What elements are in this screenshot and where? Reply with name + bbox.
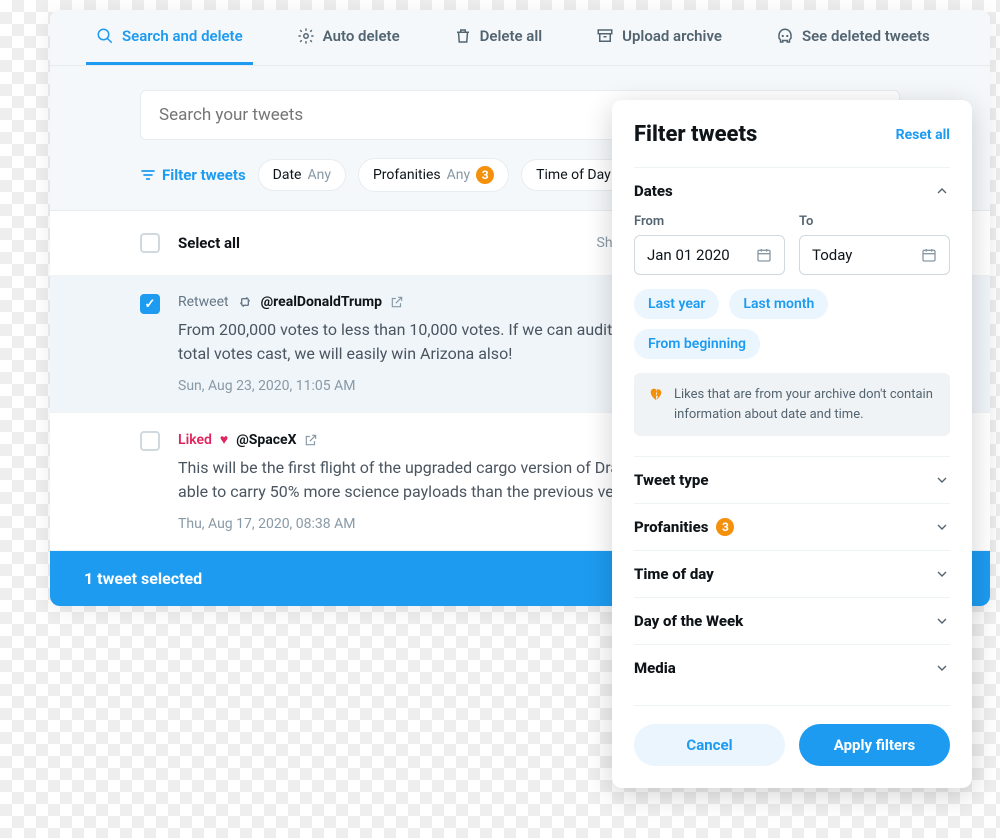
filter-icon bbox=[140, 167, 156, 183]
section-title: Media bbox=[634, 659, 676, 677]
calendar-icon bbox=[921, 247, 937, 263]
cancel-button[interactable]: Cancel bbox=[634, 724, 785, 766]
tweet-text: From 200,000 votes to less than 10,000 v… bbox=[178, 318, 658, 366]
gear-icon bbox=[297, 27, 315, 45]
tab-auto-delete[interactable]: Auto delete bbox=[287, 10, 410, 65]
tab-upload-archive[interactable]: Upload archive bbox=[586, 10, 732, 65]
tab-delete-all[interactable]: Delete all bbox=[444, 10, 553, 65]
selection-count: 1 tweet selected bbox=[84, 569, 202, 588]
calendar-icon bbox=[756, 247, 772, 263]
profanities-count-badge: 3 bbox=[716, 518, 734, 536]
chip-label: Date bbox=[273, 167, 302, 183]
section-title: Tweet type bbox=[634, 471, 708, 489]
section-title: Profanities bbox=[634, 518, 708, 536]
chip-label: Time of Day bbox=[536, 167, 611, 183]
tweet-text: This will be the first flight of the upg… bbox=[178, 456, 658, 504]
trash-icon bbox=[454, 27, 472, 45]
tab-see-deleted[interactable]: See deleted tweets bbox=[766, 10, 940, 65]
external-link-icon[interactable] bbox=[390, 295, 404, 309]
quick-from-beginning[interactable]: From beginning bbox=[634, 329, 760, 359]
heart-icon: ♥ bbox=[220, 431, 228, 448]
retweet-icon bbox=[237, 294, 253, 310]
reset-all-link[interactable]: Reset all bbox=[896, 127, 950, 143]
to-label: To bbox=[799, 214, 950, 229]
chevron-down-icon bbox=[934, 566, 950, 582]
chevron-down-icon bbox=[934, 472, 950, 488]
filter-section-day-of-week: Day of the Week bbox=[634, 597, 950, 644]
chip-count-badge: 3 bbox=[476, 166, 494, 184]
select-all-label: Select all bbox=[178, 234, 240, 252]
tab-label: Auto delete bbox=[323, 27, 400, 45]
broken-heart-icon bbox=[648, 386, 664, 402]
from-label: From bbox=[634, 214, 785, 229]
tab-label: See deleted tweets bbox=[802, 27, 930, 45]
tab-label: Search and delete bbox=[122, 27, 243, 45]
date-to-value: Today bbox=[812, 246, 852, 264]
filter-section-media: Media bbox=[634, 644, 950, 691]
archive-date-notice: Likes that are from your archive don't c… bbox=[634, 373, 950, 436]
tab-label: Upload archive bbox=[622, 27, 722, 45]
app-window: Search and delete Auto delete Delete all… bbox=[50, 10, 990, 606]
filter-section-header[interactable]: Time of day bbox=[634, 551, 950, 597]
chevron-down-icon bbox=[934, 613, 950, 629]
filter-section-header[interactable]: Dates bbox=[634, 168, 950, 214]
filter-panel-header: Filter tweets Reset all bbox=[634, 122, 950, 147]
chip-label: Profanities bbox=[373, 167, 441, 183]
chip-date[interactable]: Date Any bbox=[258, 159, 346, 191]
chip-value: Any bbox=[447, 167, 471, 183]
external-link-icon[interactable] bbox=[304, 433, 318, 447]
filter-section-tweet-type: Tweet type bbox=[634, 456, 950, 503]
tab-search-and-delete[interactable]: Search and delete bbox=[86, 10, 253, 65]
tab-label: Delete all bbox=[480, 27, 543, 45]
filter-panel: Filter tweets Reset all Dates From To Ja… bbox=[612, 100, 972, 788]
chip-value: Any bbox=[307, 167, 331, 183]
filter-section-header[interactable]: Profanities 3 bbox=[634, 504, 950, 550]
filter-section-dates: Dates From To Jan 01 2020 Today bbox=[634, 167, 950, 456]
date-from-input[interactable]: Jan 01 2020 bbox=[634, 235, 785, 275]
tweet-checkbox[interactable] bbox=[140, 294, 160, 314]
search-icon bbox=[96, 27, 114, 45]
filter-section-header[interactable]: Tweet type bbox=[634, 457, 950, 503]
filter-section-time-of-day: Time of day bbox=[634, 550, 950, 597]
section-title: Time of day bbox=[634, 565, 714, 583]
chevron-down-icon bbox=[934, 519, 950, 535]
date-to-input[interactable]: Today bbox=[799, 235, 950, 275]
chip-profanities[interactable]: Profanities Any 3 bbox=[358, 158, 509, 192]
filter-link-label: Filter tweets bbox=[162, 166, 246, 184]
top-nav: Search and delete Auto delete Delete all… bbox=[50, 10, 990, 66]
filter-section-profanities: Profanities 3 bbox=[634, 503, 950, 550]
tweet-kind-label: Retweet bbox=[178, 294, 229, 310]
tweet-handle: @SpaceX bbox=[236, 432, 296, 448]
skull-icon bbox=[776, 27, 794, 45]
date-quick-links: Last year Last month From beginning bbox=[634, 289, 950, 359]
filter-tweets-link[interactable]: Filter tweets bbox=[140, 166, 246, 184]
quick-last-month[interactable]: Last month bbox=[729, 289, 828, 319]
tweet-checkbox[interactable] bbox=[140, 431, 160, 451]
dates-body: From To Jan 01 2020 Today Last year Last bbox=[634, 214, 950, 456]
tweet-kind-label: Liked bbox=[178, 432, 212, 448]
filter-panel-title: Filter tweets bbox=[634, 122, 757, 147]
filter-section-header[interactable]: Day of the Week bbox=[634, 598, 950, 644]
chevron-down-icon bbox=[934, 660, 950, 676]
quick-last-year[interactable]: Last year bbox=[634, 289, 719, 319]
section-title: Day of the Week bbox=[634, 612, 743, 630]
date-from-value: Jan 01 2020 bbox=[647, 246, 730, 264]
apply-filters-button[interactable]: Apply filters bbox=[799, 724, 950, 766]
archive-icon bbox=[596, 27, 614, 45]
select-all-checkbox[interactable] bbox=[140, 233, 160, 253]
filter-section-header[interactable]: Media bbox=[634, 645, 950, 691]
tweet-handle: @realDonaldTrump bbox=[261, 294, 382, 310]
filter-panel-actions: Cancel Apply filters bbox=[634, 705, 950, 766]
chevron-up-icon bbox=[934, 183, 950, 199]
notice-text: Likes that are from your archive don't c… bbox=[674, 385, 936, 424]
section-title: Dates bbox=[634, 182, 673, 200]
